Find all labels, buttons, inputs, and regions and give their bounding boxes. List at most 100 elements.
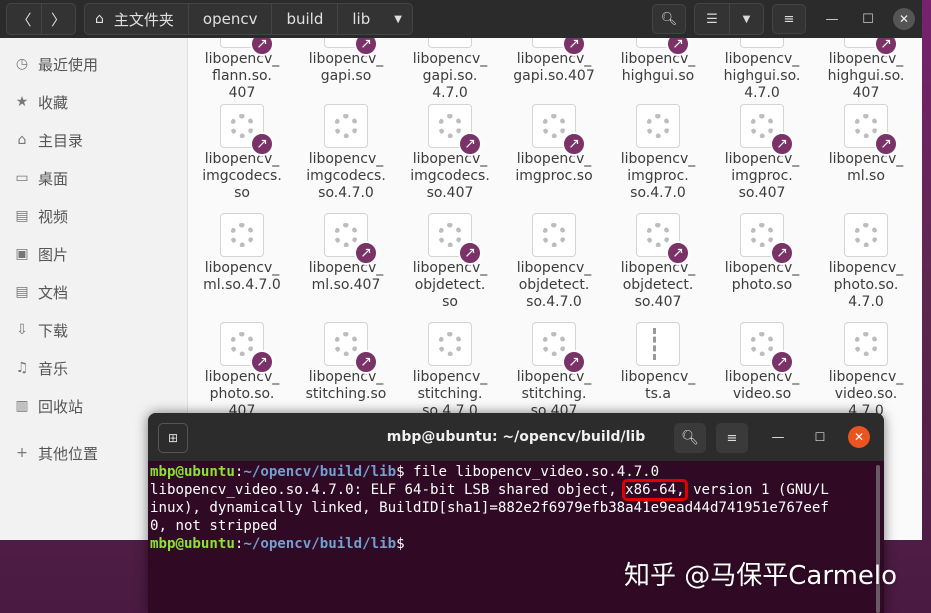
view-dropdown-button[interactable]: ▼ bbox=[729, 4, 763, 34]
sidebar-item[interactable]: ▣ 图片 bbox=[0, 236, 188, 272]
sidebar-item[interactable]: ▤ 视频 bbox=[0, 198, 188, 234]
symlink-arrow-icon: ↗ bbox=[770, 350, 794, 374]
file-item[interactable]: ↗ libopencv_ highgui.so bbox=[606, 38, 710, 85]
caret-down-icon: ▼ bbox=[394, 13, 402, 25]
highlighted-arch: x86-64, bbox=[622, 479, 688, 501]
file-item[interactable]: libopencv_ gapi.so. 4.7.0 bbox=[398, 38, 502, 102]
new-tab-button[interactable]: ⊞ bbox=[158, 423, 188, 453]
close-button[interactable]: ✕ bbox=[886, 0, 922, 38]
file-item[interactable]: libopencv_ ts.a bbox=[606, 322, 710, 403]
prompt-end: $ bbox=[396, 464, 405, 480]
prompt-path: ~/opencv/build/lib bbox=[243, 536, 397, 552]
file-item[interactable]: libopencv_ imgcodecs. so.4.7.0 bbox=[294, 104, 398, 202]
minimize-button[interactable]: — bbox=[814, 0, 850, 38]
maximize-button[interactable]: ☐ bbox=[850, 0, 886, 38]
file-item[interactable]: ↗ libopencv_ flann.so. 407 bbox=[190, 38, 294, 102]
file-item[interactable]: ↗ libopencv_ stitching. so.407 bbox=[502, 322, 606, 420]
breadcrumb-lib[interactable]: lib bbox=[337, 4, 384, 34]
file-item[interactable]: ↗ libopencv_ ml.so.407 bbox=[294, 213, 398, 294]
sidebar-item-label: 最近使用 bbox=[38, 55, 99, 74]
terminal-close-button[interactable]: ✕ bbox=[848, 426, 870, 448]
prompt-user: mbp@ubuntu bbox=[150, 536, 235, 552]
file-item[interactable]: ↗ libopencv_ stitching.so bbox=[294, 322, 398, 403]
forward-button[interactable]: 〉 bbox=[41, 4, 75, 34]
sidebar-item[interactable]: ▭ 桌面 bbox=[0, 160, 188, 196]
file-item[interactable]: ↗ libopencv_ objdetect. so.407 bbox=[606, 213, 710, 311]
file-item[interactable]: ↗ libopencv_ ml.so bbox=[814, 104, 918, 185]
breadcrumb-home[interactable]: ⌂ 主文件夹 bbox=[85, 4, 188, 34]
breadcrumb-dropdown[interactable]: ▼ bbox=[384, 4, 412, 34]
file-name: libopencv_ objdetect. so bbox=[412, 260, 488, 310]
file-name: libopencv_ imgcodecs. so bbox=[202, 151, 282, 201]
file-item[interactable]: ↗ libopencv_ video.so bbox=[710, 322, 814, 403]
plus-icon: + bbox=[16, 445, 28, 461]
prompt-end: $ bbox=[396, 536, 405, 552]
breadcrumb-opencv[interactable]: opencv bbox=[187, 4, 272, 34]
desktop-icon: ▭ bbox=[15, 170, 29, 186]
shared-library-icon: ↗ bbox=[532, 322, 586, 374]
shared-library-icon: ↗ bbox=[740, 213, 794, 265]
chevron-left-icon: 〈 bbox=[16, 10, 32, 29]
sidebar-item-label: 其他位置 bbox=[38, 444, 99, 463]
file-item[interactable]: ↗ libopencv_ photo.so bbox=[710, 213, 814, 294]
shared-library-icon bbox=[428, 38, 472, 48]
sidebar-item-label: 回收站 bbox=[38, 397, 84, 416]
file-name: libopencv_ photo.so bbox=[724, 260, 800, 293]
list-view-button[interactable]: ☰ bbox=[695, 4, 729, 34]
search-button[interactable]: 🔍︎ bbox=[652, 4, 686, 34]
terminal-minimize-button[interactable]: — bbox=[766, 425, 790, 449]
shared-library-icon: ↗ bbox=[844, 38, 898, 56]
terminal-menu-button[interactable]: ≡ bbox=[716, 423, 748, 453]
sidebar-item[interactable]: ★ 收藏 bbox=[0, 84, 188, 120]
music-icon: ♫ bbox=[15, 360, 29, 376]
nav-buttons: 〈 〉 bbox=[6, 3, 76, 35]
terminal-search-button[interactable]: 🔍︎ bbox=[674, 423, 706, 453]
home-icon: ⌂ bbox=[95, 11, 104, 27]
image-icon: ▣ bbox=[15, 246, 29, 262]
file-name: libopencv_ objdetect. so.4.7.0 bbox=[516, 260, 592, 310]
breadcrumb-build-label: build bbox=[286, 10, 324, 28]
file-item[interactable]: ↗ libopencv_ objdetect. so bbox=[398, 213, 502, 311]
terminal-maximize-button[interactable]: ☐ bbox=[808, 425, 832, 449]
file-item[interactable]: libopencv_ video.so. 4.7.0 bbox=[814, 322, 918, 420]
file-item[interactable]: ↗ libopencv_ imgcodecs. so.407 bbox=[398, 104, 502, 202]
file-item[interactable]: libopencv_ objdetect. so.4.7.0 bbox=[502, 213, 606, 311]
sidebar-item[interactable]: ⇩ 下载 bbox=[0, 312, 188, 348]
symlink-arrow-icon: ↗ bbox=[354, 350, 378, 374]
file-item[interactable]: libopencv_ ml.so.4.7.0 bbox=[190, 213, 294, 294]
home-icon: ⌂ bbox=[17, 132, 27, 148]
shared-library-icon: ↗ bbox=[636, 213, 690, 265]
file-item[interactable]: libopencv_ highgui.so. 4.7.0 bbox=[710, 38, 814, 102]
terminal-line-2: libopencv_video.so.4.7.0: ELF 64-bit LSB… bbox=[150, 479, 872, 501]
prompt-path: ~/opencv/build/lib bbox=[243, 464, 397, 480]
breadcrumb-build[interactable]: build bbox=[271, 4, 337, 34]
terminal-line-4: 0, not stripped bbox=[150, 518, 278, 534]
sidebar-item[interactable]: ⌂ 主目录 bbox=[0, 122, 188, 158]
sidebar-item[interactable]: ▤ 文档 bbox=[0, 274, 188, 310]
file-name: libopencv_ ml.so.4.7.0 bbox=[203, 260, 281, 293]
archive-file-icon bbox=[636, 322, 680, 366]
sidebar-item[interactable]: ◷ 最近使用 bbox=[0, 46, 188, 82]
file-name: libopencv_ highgui.so. 4.7.0 bbox=[723, 51, 801, 101]
shared-library-icon: ↗ bbox=[532, 104, 586, 156]
back-button[interactable]: 〈 bbox=[7, 4, 41, 34]
shared-library-icon: ↗ bbox=[740, 322, 794, 374]
file-item[interactable]: ↗ libopencv_ gapi.so.407 bbox=[502, 38, 606, 85]
sidebar-item[interactable]: ♫ 音乐 bbox=[0, 350, 188, 386]
file-item[interactable]: ↗ libopencv_ imgcodecs. so bbox=[190, 104, 294, 202]
file-item[interactable]: ↗ libopencv_ imgproc.so bbox=[502, 104, 606, 185]
file-item[interactable]: ↗ libopencv_ gapi.so bbox=[294, 38, 398, 85]
breadcrumb: ⌂ 主文件夹 opencv build lib ▼ bbox=[84, 3, 413, 35]
file-item[interactable]: libopencv_ imgproc. so.4.7.0 bbox=[606, 104, 710, 202]
breadcrumb-lib-label: lib bbox=[352, 10, 371, 28]
close-icon: ✕ bbox=[893, 8, 915, 30]
menu-button[interactable]: ≡ bbox=[772, 4, 806, 34]
file-item[interactable]: libopencv_ photo.so. 4.7.0 bbox=[814, 213, 918, 311]
file-item[interactable]: libopencv_ stitching. so.4.7.0 bbox=[398, 322, 502, 420]
terminal-output[interactable]: mbp@ubuntu:~/opencv/build/lib$ file libo… bbox=[150, 463, 872, 553]
minimize-icon: — bbox=[825, 11, 839, 27]
file-item[interactable]: ↗ libopencv_ imgproc. so.407 bbox=[710, 104, 814, 202]
shared-library-icon: ↗ bbox=[324, 213, 378, 265]
file-item[interactable]: ↗ libopencv_ highgui.so. 407 bbox=[814, 38, 918, 102]
file-item[interactable]: ↗ libopencv_ photo.so. 407 bbox=[190, 322, 294, 420]
